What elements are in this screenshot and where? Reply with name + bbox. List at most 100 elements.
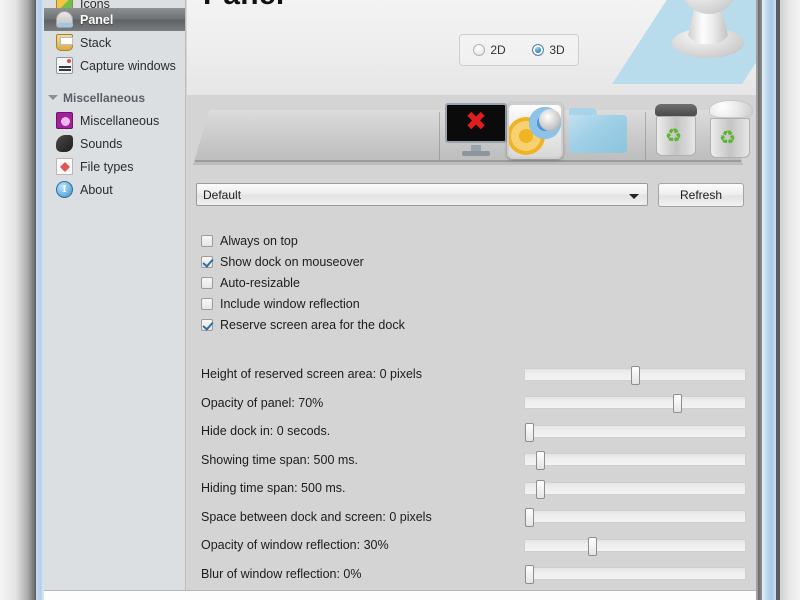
window-frame: Icons Panel Stack Capture windows Miscel… bbox=[0, 0, 800, 600]
slider-height-of-reserved-screen-area: Height of reserved screen area: 0 pixels bbox=[201, 360, 746, 389]
sidebar: Icons Panel Stack Capture windows Miscel… bbox=[44, 0, 186, 590]
slider-track[interactable] bbox=[524, 451, 746, 471]
slider-thumb[interactable] bbox=[525, 565, 535, 585]
sidebar-item-icons[interactable]: Icons bbox=[44, 0, 185, 8]
slider-track[interactable] bbox=[524, 536, 746, 556]
slider-opacity-of-panel: Opacity of panel: 70% bbox=[201, 389, 746, 418]
sidebar-item-sounds[interactable]: Sounds bbox=[44, 132, 185, 155]
slider-track[interactable] bbox=[524, 422, 746, 442]
page-title: Panel bbox=[203, 0, 285, 12]
radio-2d-label: 2D bbox=[490, 43, 506, 57]
sidebar-item-capture-windows[interactable]: Capture windows bbox=[44, 54, 185, 77]
slider-track[interactable] bbox=[524, 479, 746, 499]
refresh-button[interactable]: Refresh bbox=[658, 183, 744, 207]
sidebar-item-label: Sounds bbox=[80, 136, 123, 151]
slider-thumb[interactable] bbox=[535, 451, 545, 471]
checkbox-reserve-screen-area[interactable]: Reserve screen area for the dock bbox=[201, 314, 405, 335]
slider-thumb[interactable] bbox=[630, 365, 640, 385]
checkbox-auto-resizable[interactable]: Auto-resizable bbox=[201, 272, 405, 293]
slider-blur-of-window-reflection: Blur of window reflection: 0% bbox=[201, 560, 746, 589]
panel-icon bbox=[56, 11, 73, 28]
window-accent-right bbox=[762, 0, 776, 600]
sidebar-item-stack[interactable]: Stack bbox=[44, 31, 185, 54]
content-pane: ✖ ♻ ♻ 2D 3D Default Refresh Always on to… bbox=[187, 0, 756, 590]
about-icon bbox=[56, 181, 73, 198]
render-mode-group: 2D 3D bbox=[459, 34, 579, 66]
checkbox-label: Auto-resizable bbox=[220, 275, 300, 290]
checkbox-label: Show dock on mouseover bbox=[220, 254, 364, 269]
slider-space-between-dock-and-screen: Space between dock and screen: 0 pixels bbox=[201, 503, 746, 532]
miscellaneous-icon bbox=[56, 112, 73, 129]
sidebar-item-label: Miscellaneous bbox=[80, 113, 160, 128]
slider-track[interactable] bbox=[524, 508, 746, 528]
capture-windows-icon bbox=[56, 57, 73, 74]
sidebar-group-label: Miscellaneous bbox=[63, 90, 146, 105]
dock-preview: ✖ ♻ ♻ bbox=[187, 0, 756, 175]
window-shadow-right bbox=[776, 0, 780, 600]
dock-separator bbox=[439, 112, 440, 160]
slider-label: Blur of window reflection: 0% bbox=[201, 566, 362, 581]
slider-label: Space between dock and screen: 0 pixels bbox=[201, 509, 432, 524]
sidebar-item-label: About bbox=[80, 182, 113, 197]
slider-thumb[interactable] bbox=[672, 394, 682, 414]
slider-track[interactable] bbox=[524, 394, 746, 414]
theme-select[interactable]: Default bbox=[196, 183, 648, 206]
radio-3d-icon bbox=[532, 44, 545, 56]
checkbox-label: Always on top bbox=[220, 233, 298, 248]
sidebar-item-label: Icons bbox=[80, 0, 110, 8]
sidebar-item-about[interactable]: About bbox=[44, 178, 185, 201]
radio-option-2d[interactable]: 2D bbox=[473, 43, 506, 57]
checkbox-label: Include window reflection bbox=[220, 296, 360, 311]
checkbox-show-dock-on-mouseover[interactable]: Show dock on mouseover bbox=[201, 251, 405, 272]
slider-label: Showing time span: 500 ms. bbox=[201, 452, 359, 467]
slider-label: Height of reserved screen area: 0 pixels bbox=[201, 367, 422, 382]
checkbox-list: Always on top Show dock on mouseover Aut… bbox=[201, 230, 405, 335]
folder-icon[interactable] bbox=[569, 108, 627, 153]
slider-thumb[interactable] bbox=[588, 536, 598, 556]
sidebar-item-miscellaneous[interactable]: Miscellaneous bbox=[44, 109, 185, 132]
window-accent-left bbox=[36, 0, 44, 600]
stack-icon bbox=[56, 34, 73, 51]
checkbox-icon bbox=[201, 234, 213, 247]
dock-platform-edge bbox=[195, 160, 741, 162]
sidebar-group-miscellaneous[interactable]: Miscellaneous bbox=[44, 86, 185, 109]
theme-row: Default Refresh bbox=[196, 183, 744, 207]
slider-thumb[interactable] bbox=[535, 479, 545, 499]
checkbox-icon bbox=[201, 255, 213, 268]
file-types-icon bbox=[56, 158, 73, 175]
checkbox-include-window-reflection[interactable]: Include window reflection bbox=[201, 293, 405, 314]
sidebar-item-label: File types bbox=[80, 159, 134, 174]
sidebar-item-panel[interactable]: Panel bbox=[44, 8, 185, 31]
sidebar-item-label: Capture windows bbox=[80, 58, 176, 73]
sounds-icon bbox=[56, 135, 73, 152]
recycle-bin-full-icon[interactable]: ♻ bbox=[709, 100, 753, 158]
window-bottom-strip bbox=[44, 590, 756, 600]
slider-thumb[interactable] bbox=[525, 422, 535, 442]
monitor-icon[interactable]: ✖ bbox=[445, 103, 507, 156]
slider-label: Opacity of window reflection: 30% bbox=[201, 538, 389, 553]
chevron-down-icon bbox=[48, 95, 58, 100]
sidebar-item-label: Panel bbox=[80, 12, 114, 27]
icons-icon bbox=[56, 0, 73, 8]
slider-thumb[interactable] bbox=[525, 508, 535, 528]
dock-separator bbox=[645, 112, 646, 160]
radio-2d-icon bbox=[473, 44, 486, 56]
radio-option-3d[interactable]: 3D bbox=[532, 43, 565, 57]
window-border-left bbox=[0, 0, 36, 600]
slider-showing-time-span: Showing time span: 500 ms. bbox=[201, 446, 746, 475]
radio-3d-label: 3D bbox=[549, 43, 565, 57]
theme-select-value: Default bbox=[203, 187, 242, 202]
sidebar-item-file-types[interactable]: File types bbox=[44, 155, 185, 178]
settings-gears-icon[interactable] bbox=[507, 103, 563, 159]
slider-track[interactable] bbox=[524, 365, 746, 385]
recycle-bin-empty-icon[interactable]: ♻ bbox=[655, 104, 699, 156]
sidebar-item-label: Stack bbox=[80, 35, 112, 50]
checkbox-icon bbox=[201, 318, 213, 331]
slider-track[interactable] bbox=[524, 565, 746, 585]
slider-label: Hide dock in: 0 secods. bbox=[201, 424, 331, 439]
slider-label: Hiding time span: 500 ms. bbox=[201, 481, 346, 496]
panel-settings-form: Default Refresh Always on top Show dock … bbox=[187, 175, 756, 590]
slider-hiding-time-span: Hiding time span: 500 ms. bbox=[201, 474, 746, 503]
checkbox-icon bbox=[201, 297, 213, 310]
checkbox-always-on-top[interactable]: Always on top bbox=[201, 230, 405, 251]
